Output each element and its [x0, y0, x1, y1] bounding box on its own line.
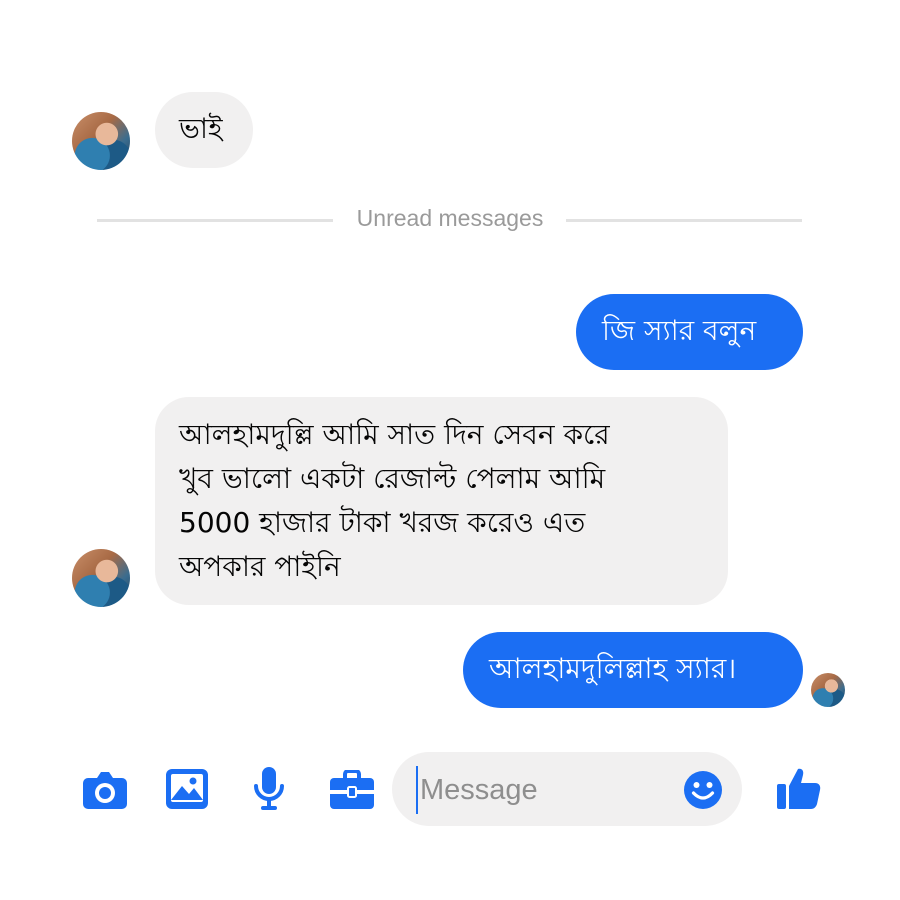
message-input[interactable]: [416, 766, 672, 814]
microphone-icon[interactable]: [252, 766, 286, 816]
outgoing-message-bubble[interactable]: আলহামদুলিল্লাহ স্যার।: [463, 632, 803, 708]
toolbox-icon[interactable]: [329, 769, 375, 814]
message-composer: [392, 752, 742, 826]
incoming-message-bubble[interactable]: আলহামদুল্লি আমি সাত দিন সেবন করে খুব ভাল…: [155, 397, 728, 605]
emoji-icon[interactable]: [683, 770, 723, 814]
unread-divider-label: Unread messages: [356, 205, 544, 231]
thumbs-up-icon[interactable]: [776, 766, 822, 814]
contact-avatar[interactable]: [72, 112, 130, 170]
contact-avatar[interactable]: [72, 549, 130, 607]
outgoing-message-bubble[interactable]: জি স্যার বলুন: [576, 294, 803, 370]
camera-icon[interactable]: [82, 770, 128, 814]
read-receipt-avatar: [811, 673, 845, 707]
unread-divider-line-right: [566, 219, 802, 222]
unread-divider-line-left: [97, 219, 333, 222]
incoming-message-bubble[interactable]: ভাই: [155, 92, 253, 168]
image-icon[interactable]: [165, 768, 209, 814]
